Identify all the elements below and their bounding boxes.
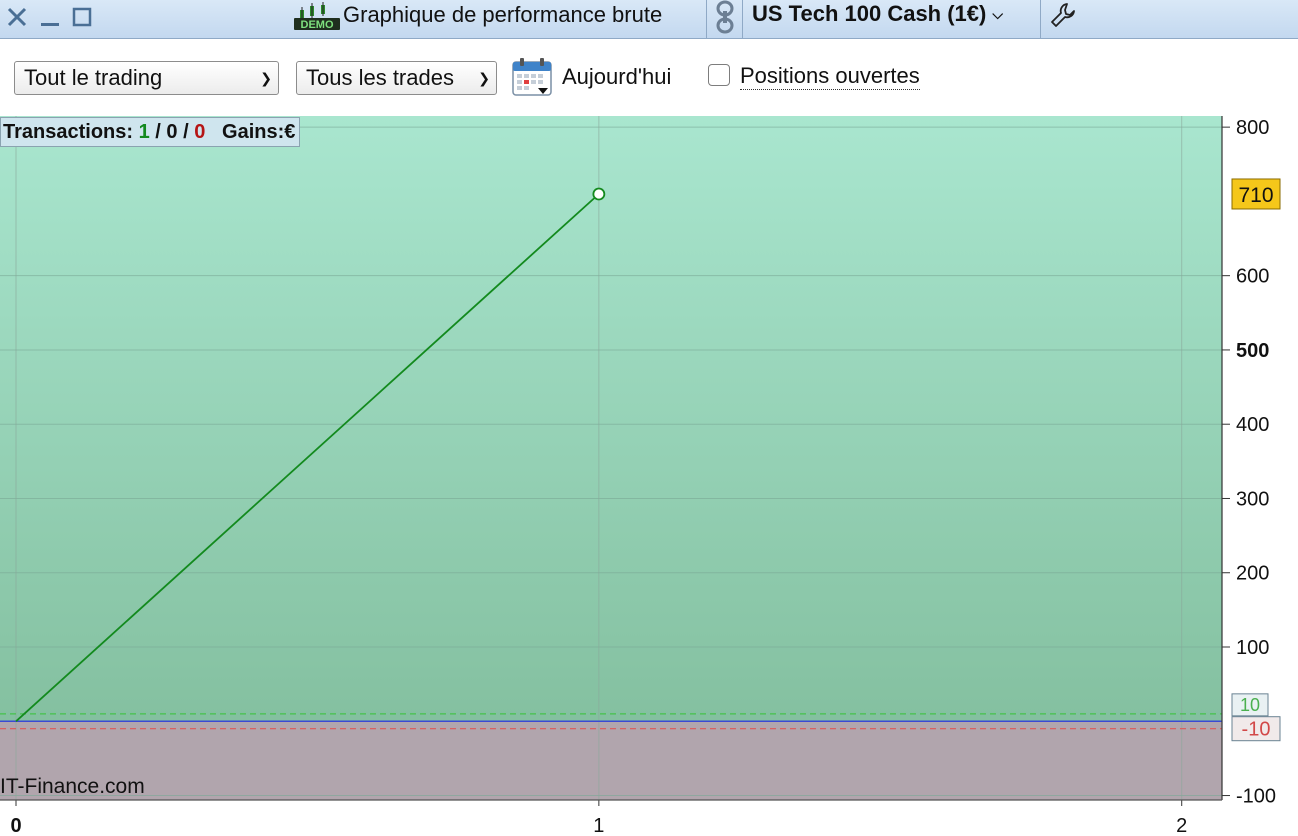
wrench-icon[interactable] xyxy=(1050,2,1076,28)
wins-count: 1 xyxy=(138,121,150,143)
transactions-label: Transactions: xyxy=(3,121,134,143)
demo-chart-icon: DEMO xyxy=(294,2,340,30)
open-positions-label[interactable]: Positions ouvertes xyxy=(740,63,920,90)
last-value-label: 710 xyxy=(1238,184,1273,207)
last-point-marker xyxy=(592,187,606,201)
instrument-label: US Tech 100 Cash (1€) xyxy=(752,1,987,26)
trades-select-value: Tous les trades xyxy=(306,65,454,90)
trades-select[interactable]: Tous les trades ❯ xyxy=(296,61,497,95)
link-icon[interactable] xyxy=(713,0,737,34)
title-bar: DEMO Graphique de performance brute US T… xyxy=(0,0,1298,39)
lower-band-label: -10 xyxy=(1242,719,1271,741)
date-label[interactable]: Aujourd'hui xyxy=(562,64,671,90)
chevron-down-icon: ⌵ xyxy=(992,5,1003,22)
currency-label: € xyxy=(284,121,296,143)
instrument-selector[interactable]: US Tech 100 Cash (1€) ⌵ xyxy=(752,1,1003,27)
performance-chart[interactable]: 800600500400300200100-1000 1 210-10710 xyxy=(0,116,1298,836)
neutral-count: 0 xyxy=(166,121,178,143)
losses-count: 0 xyxy=(194,121,206,143)
watermark: IT-Finance.com xyxy=(0,775,145,798)
y-tick-label: 800 xyxy=(1236,117,1269,139)
y-tick-label: 200 xyxy=(1236,563,1269,585)
minimize-icon[interactable] xyxy=(38,4,62,30)
demo-badge: DEMO xyxy=(301,19,334,30)
gains-label: Gains: xyxy=(222,121,285,143)
y-tick-label: 100 xyxy=(1236,637,1269,659)
upper-band-label: 10 xyxy=(1240,695,1260,715)
y-tick-label: 300 xyxy=(1236,488,1269,510)
chevron-down-icon: ❯ xyxy=(478,70,490,86)
negative-area xyxy=(0,721,1222,800)
open-positions-checkbox[interactable] xyxy=(708,64,730,86)
y-tick-label: 600 xyxy=(1236,266,1269,288)
y-tick-label: 400 xyxy=(1236,414,1269,436)
window-title: Graphique de performance brute xyxy=(343,2,663,27)
scope-select-value: Tout le trading xyxy=(24,65,163,90)
scope-select[interactable]: Tout le trading ❯ xyxy=(14,61,279,95)
calendar-icon[interactable] xyxy=(511,57,553,97)
x-tick-label: 2 xyxy=(1176,815,1187,836)
y-tick-label: 500 xyxy=(1236,340,1269,362)
close-icon[interactable] xyxy=(4,4,30,30)
x-tick-label: 0 xyxy=(10,815,21,836)
y-tick-label: -100 xyxy=(1236,786,1276,808)
positive-area xyxy=(0,116,1222,722)
x-tick-label: 1 xyxy=(593,815,604,836)
chevron-down-icon: ❯ xyxy=(260,70,272,86)
stats-box: Transactions: 1 / 0 / 0 Gains:€ xyxy=(0,117,301,147)
maximize-icon[interactable] xyxy=(70,4,94,30)
